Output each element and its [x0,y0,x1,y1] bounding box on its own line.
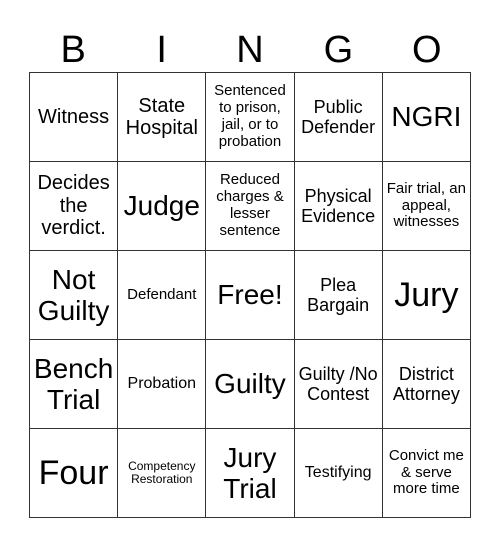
card-row-5: Four Competency Restoration Jury Trial T… [28,428,472,518]
bingo-cell[interactable]: Jury Trial [205,428,295,518]
bingo-cell[interactable]: Public Defender [293,72,383,162]
bingo-header: B I N G O [29,28,471,72]
bingo-cell[interactable]: Sentenced to prison, jail, or to probati… [205,72,295,162]
bingo-cell[interactable]: Plea Bargain [293,250,383,340]
bingo-cell[interactable]: Probation [117,339,207,429]
bingo-cell[interactable]: Competency Restoration [117,428,207,518]
bingo-cell[interactable]: Decides the verdict. [28,161,119,251]
bingo-cell[interactable]: Guilty [205,339,295,429]
header-letter-n: N [236,29,264,71]
free-space-cell[interactable]: Free! [205,250,295,340]
header-letter-o: O [412,29,442,71]
bingo-cell[interactable]: Defendant [117,250,207,340]
bingo-cell[interactable]: Reduced charges & lesser sentence [205,161,295,251]
bingo-cell[interactable]: Bench Trial [28,339,119,429]
bingo-cell[interactable]: Testifying [293,428,383,518]
header-letter-i: I [156,29,167,71]
bingo-cell[interactable]: NGRI [381,72,472,162]
header-letter-g: G [323,29,354,71]
card-row-3: Not Guilty Defendant Free! Plea Bargain … [28,250,472,340]
card-row-4: Bench Trial Probation Guilty Guilty /No … [28,339,472,429]
bingo-cell[interactable]: Judge [117,161,207,251]
bingo-cell[interactable]: State Hospital [117,72,207,162]
bingo-cell[interactable]: Fair trial, an appeal, witnesses [381,161,472,251]
bingo-cell[interactable]: Witness [28,72,119,162]
bingo-cell[interactable]: Physical Evidence [293,161,383,251]
header-letter-b: B [60,29,86,71]
bingo-card: Witness State Hospital Sentenced to pris… [28,72,472,518]
card-row-2: Decides the verdict. Judge Reduced charg… [28,161,472,251]
bingo-cell[interactable]: Four [28,428,119,518]
bingo-cell[interactable]: Convict me & serve more time [381,428,472,518]
card-row-1: Witness State Hospital Sentenced to pris… [28,72,472,162]
bingo-cell[interactable]: Not Guilty [28,250,119,340]
bingo-cell[interactable]: District Attorney [381,339,472,429]
bingo-cell[interactable]: Guilty /No Contest [293,339,383,429]
bingo-cell[interactable]: Jury [381,250,472,340]
